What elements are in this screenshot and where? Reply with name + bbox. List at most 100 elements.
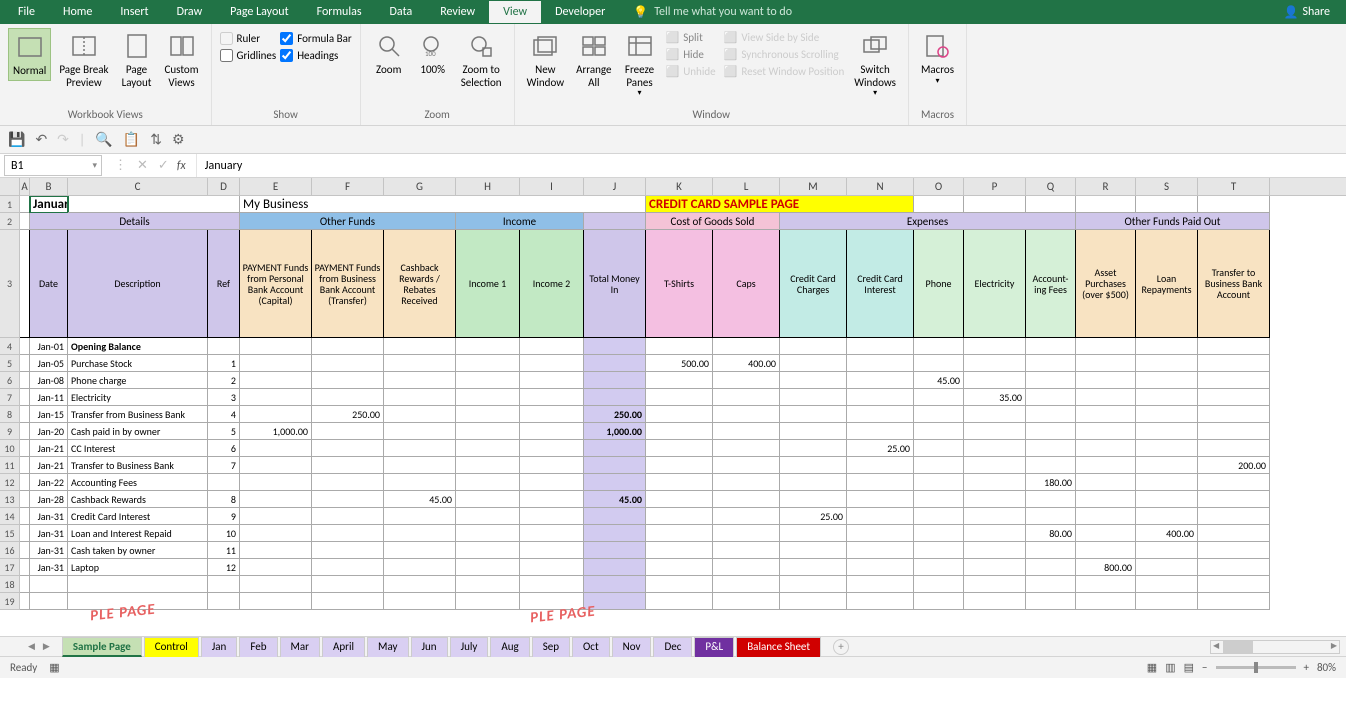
cell[interactable]: Transfer to Business Bank Account (1198, 230, 1270, 338)
menu-review[interactable]: Review (426, 1, 489, 23)
cell[interactable]: Jan-01 (30, 338, 68, 355)
cell[interactable] (1136, 508, 1198, 525)
cell[interactable]: Credit Card Charges (780, 230, 847, 338)
sheet-tab-jun[interactable]: Jun (411, 637, 448, 657)
cell[interactable]: Jan-22 (30, 474, 68, 491)
cell[interactable]: 1,000.00 (240, 423, 312, 440)
cell[interactable] (1076, 525, 1136, 542)
gridlines-checkbox[interactable]: Gridlines (220, 49, 277, 62)
cell[interactable] (847, 491, 914, 508)
cell[interactable] (646, 457, 713, 474)
cell[interactable] (312, 525, 384, 542)
cell[interactable] (847, 338, 914, 355)
menu-developer[interactable]: Developer (541, 1, 619, 23)
cell[interactable] (1136, 593, 1198, 610)
cell[interactable] (914, 196, 964, 213)
cell[interactable] (1136, 406, 1198, 423)
cell[interactable] (20, 593, 30, 610)
cell[interactable] (312, 508, 384, 525)
freeze-panes-button[interactable]: Freeze Panes▾ (620, 28, 660, 100)
cell[interactable] (847, 457, 914, 474)
cell[interactable] (646, 372, 713, 389)
cell[interactable] (20, 338, 30, 355)
cell[interactable] (780, 576, 847, 593)
cell[interactable] (384, 338, 456, 355)
cell[interactable] (847, 559, 914, 576)
cell[interactable] (847, 355, 914, 372)
cell[interactable] (1026, 593, 1076, 610)
cell[interactable] (1076, 196, 1136, 213)
cell[interactable] (713, 389, 780, 406)
cell[interactable] (20, 508, 30, 525)
cell[interactable] (1198, 355, 1270, 372)
cell[interactable] (208, 474, 240, 491)
cell[interactable]: 200.00 (1198, 457, 1270, 474)
cell[interactable] (456, 406, 520, 423)
sheet-tab-oct[interactable]: Oct (572, 637, 610, 657)
cell[interactable] (312, 474, 384, 491)
cell[interactable] (384, 525, 456, 542)
hide-button[interactable]: ⬜Hide (664, 47, 718, 62)
cell[interactable] (20, 213, 30, 230)
cell[interactable] (1136, 389, 1198, 406)
switch-windows-button[interactable]: Switch Windows▾ (850, 28, 900, 100)
cell[interactable]: Laptop (68, 559, 208, 576)
menu-data[interactable]: Data (376, 1, 427, 23)
cell[interactable] (914, 474, 964, 491)
cell[interactable]: Credit Card Interest (847, 230, 914, 338)
cell[interactable] (520, 525, 584, 542)
cell[interactable] (847, 593, 914, 610)
formula-bar-checkbox[interactable]: Formula Bar (280, 32, 351, 45)
save-icon[interactable]: 💾 (8, 131, 25, 148)
cell[interactable] (20, 372, 30, 389)
cell[interactable] (456, 525, 520, 542)
cell[interactable] (1198, 338, 1270, 355)
cell[interactable] (312, 542, 384, 559)
cell[interactable]: Date (30, 230, 68, 338)
cell[interactable]: 250.00 (584, 406, 646, 423)
cell[interactable] (1076, 491, 1136, 508)
menu-home[interactable]: Home (49, 1, 106, 23)
menu-formulas[interactable]: Formulas (303, 1, 376, 23)
cell[interactable]: 1 (208, 355, 240, 372)
cell[interactable] (1076, 576, 1136, 593)
cell[interactable] (914, 440, 964, 457)
menu-page-layout[interactable]: Page Layout (216, 1, 302, 23)
cell[interactable] (20, 440, 30, 457)
cell[interactable] (384, 508, 456, 525)
cell[interactable] (456, 355, 520, 372)
cell[interactable]: 180.00 (1026, 474, 1076, 491)
cell[interactable] (520, 406, 584, 423)
cell[interactable] (713, 457, 780, 474)
cell[interactable]: 6 (208, 440, 240, 457)
tab-nav-next[interactable]: ▶ (39, 641, 54, 652)
cell[interactable] (964, 525, 1026, 542)
tell-me[interactable]: 💡 Tell me what you want to do (619, 1, 806, 24)
cell[interactable] (520, 576, 584, 593)
menu-view[interactable]: View (489, 1, 541, 23)
cell[interactable] (964, 576, 1026, 593)
cell[interactable] (456, 423, 520, 440)
cell[interactable]: 45.00 (914, 372, 964, 389)
col-header-I[interactable]: I (520, 178, 584, 195)
col-header-Q[interactable]: Q (1026, 178, 1076, 195)
cell[interactable] (240, 474, 312, 491)
cell[interactable]: Electricity (964, 230, 1026, 338)
cell[interactable]: 2 (208, 372, 240, 389)
cell[interactable] (1198, 542, 1270, 559)
col-header-L[interactable]: L (713, 178, 780, 195)
cell[interactable] (456, 559, 520, 576)
cell[interactable] (312, 576, 384, 593)
cell[interactable]: Description (68, 230, 208, 338)
cell[interactable] (312, 457, 384, 474)
cell[interactable] (20, 542, 30, 559)
cell[interactable] (646, 525, 713, 542)
sheet-tab-control[interactable]: Control (144, 637, 199, 657)
cell[interactable] (384, 406, 456, 423)
filter-icon[interactable]: ⚙ (172, 131, 185, 148)
cell[interactable] (20, 355, 30, 372)
sheet-tab-p-l[interactable]: P&L (694, 637, 734, 657)
cell[interactable] (780, 406, 847, 423)
share-button[interactable]: 👤 Share (1283, 5, 1342, 20)
cell[interactable] (964, 440, 1026, 457)
